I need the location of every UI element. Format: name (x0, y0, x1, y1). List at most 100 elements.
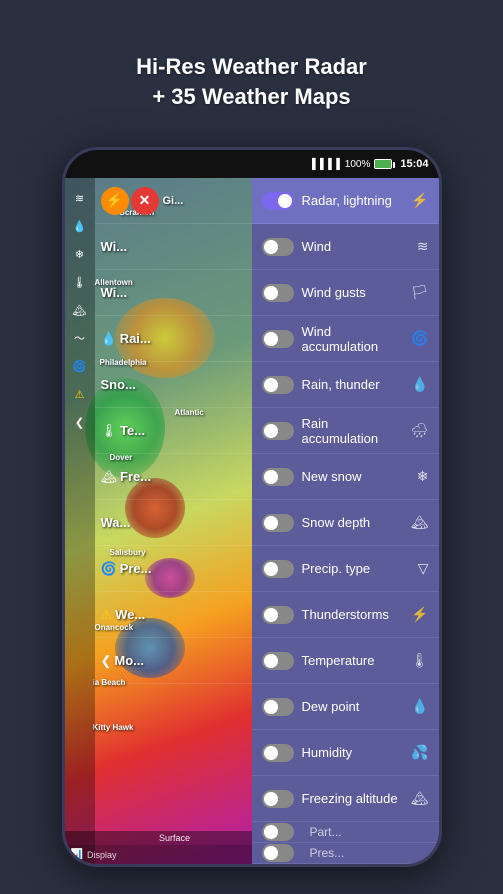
dew-point-icon: 💧 (411, 698, 428, 715)
weather-label-rain-thunder: Rain, thunder (302, 377, 408, 392)
weather-label-freezing-alt: Freezing altitude (302, 791, 407, 806)
weather-item-wind-accum[interactable]: Wind accumulation 🌀 (252, 316, 439, 362)
display-bar-text: Display (87, 850, 117, 860)
weather-label-precip-type: Precip. type (302, 561, 414, 576)
weather-item-wind-gusts[interactable]: Wind gusts 🏳 (252, 270, 439, 316)
toggle-thunderstorms[interactable] (262, 606, 294, 624)
map-item-temp: 🌡 Te... (95, 408, 252, 454)
map-item-label-wind2: Wi... (101, 285, 128, 300)
header-title: Hi-Res Weather Radar + 35 Weather Maps (96, 24, 407, 131)
mountain-icon: 🏔 (101, 469, 118, 485)
map-item-label-freeze: Fre... (120, 469, 151, 484)
map-item-label-0: Gi... (163, 195, 184, 207)
radar-icon: ⚡ (411, 192, 428, 209)
snow-depth-icon: 🏔 (411, 514, 429, 531)
toggle-partial-2[interactable] (262, 844, 294, 862)
toggle-precip-type[interactable] (262, 560, 294, 578)
weather-item-humidity[interactable]: Humidity 💦 (252, 730, 439, 776)
weather-label-wind: Wind (302, 239, 413, 254)
wave-sidebar-icon: 〜 (68, 326, 92, 350)
humidity-icon: 💦 (411, 744, 428, 761)
map-overlay-list: ⚡ ✕ Gi... Wi... Wi... 💧 Rai... Sno... (95, 178, 252, 864)
toggle-wind-accum[interactable] (262, 330, 294, 348)
rain-sidebar-icon: 💧 (68, 214, 92, 238)
map-item-label-wave: Wa... (101, 515, 131, 530)
weather-label-radar: Radar, lightning (302, 193, 408, 208)
toggle-temperature[interactable] (262, 652, 294, 670)
display-icon: 📊 (71, 849, 83, 860)
rain-drop-icon: 💧 (101, 331, 117, 347)
partial-item-2[interactable]: Pres... (252, 843, 439, 864)
weather-item-snow-depth[interactable]: Snow depth 🏔 (252, 500, 439, 546)
freeze-sidebar-icon: 🏔 (68, 298, 92, 322)
weather-label-humidity: Humidity (302, 745, 408, 760)
thunderstorms-icon: ⚡ (411, 606, 428, 623)
weather-item-precip-type[interactable]: Precip. type ▽ (252, 546, 439, 592)
toggle-freezing-alt[interactable] (262, 790, 294, 808)
rain-accum-icon: 🌧 (411, 422, 429, 439)
toggle-dew-point[interactable] (262, 698, 294, 716)
phone-screen: Scranton Allentown Philadelphia Atlantic… (65, 178, 439, 864)
close-button-row: ⚡ ✕ Gi... (95, 178, 252, 224)
warn-sidebar-icon: ⚠ (68, 382, 92, 406)
partial-label-1: Part... (310, 825, 342, 839)
map-item-wind2: Wi... (95, 270, 252, 316)
map-item-pre: 🌀 Pre... (95, 546, 252, 592)
pres-sidebar-icon: 🌀 (68, 354, 92, 378)
phone-frame: ▐▐▐▐ 100% 15:04 Scranton Allentown Phila… (62, 147, 442, 867)
toggle-radar[interactable] (262, 192, 294, 210)
temperature-icon: 🌡 (411, 652, 429, 669)
map-bottom: Surface 📊 Display (65, 804, 252, 864)
wind-sidebar-icon: ≋ (68, 186, 92, 210)
rain-thunder-icon: 💧 (411, 376, 428, 393)
weather-label-temperature: Temperature (302, 653, 407, 668)
weather-item-temperature[interactable]: Temperature 🌡 (252, 638, 439, 684)
status-bar: ▐▐▐▐ 100% 15:04 (65, 150, 439, 178)
partial-item-1[interactable]: Part... (252, 822, 439, 843)
weather-item-new-snow[interactable]: New snow ❄ (252, 454, 439, 500)
partial-label-2: Pres... (310, 846, 345, 860)
map-item-wind: Wi... (95, 224, 252, 270)
toggle-rain-accum[interactable] (262, 422, 294, 440)
weather-item-rain-accum[interactable]: Rain accumulation 🌧 (252, 408, 439, 454)
toggle-rain-thunder[interactable] (262, 376, 294, 394)
precip-icon: 🌀 (101, 561, 117, 577)
wind-accum-icon: 🌀 (411, 330, 428, 347)
wind-icon: ≋ (417, 238, 429, 255)
weather-label-dew-point: Dew point (302, 699, 408, 714)
lightning-button[interactable]: ⚡ (101, 187, 129, 215)
toggle-new-snow[interactable] (262, 468, 294, 486)
warning-icon: ⚠ (101, 607, 113, 623)
toggle-wind-gusts[interactable] (262, 284, 294, 302)
map-item-weather: ⚠ We... (95, 592, 252, 638)
map-item-label-snow: Sno... (101, 377, 136, 392)
weather-label-thunderstorms: Thunderstorms (302, 607, 408, 622)
back-sidebar-icon[interactable]: ❮ (68, 410, 92, 434)
weather-item-thunderstorms[interactable]: Thunderstorms ⚡ (252, 592, 439, 638)
thermometer-icon: 🌡 (101, 423, 118, 439)
freezing-alt-icon: 🏔 (411, 790, 429, 807)
map-item-label-rain: Rai... (120, 331, 151, 346)
weather-item-radar[interactable]: Radar, lightning ⚡ (252, 178, 439, 224)
time-display: 15:04 (400, 158, 428, 170)
map-item-label-pre: Pre... (120, 561, 152, 576)
map-item-rain: 💧 Rai... (95, 316, 252, 362)
weather-item-rain-thunder[interactable]: Rain, thunder 💧 (252, 362, 439, 408)
weather-label-wind-accum: Wind accumulation (302, 324, 408, 354)
chevron-left-icon: ❮ (101, 653, 112, 669)
map-item-wave: Wa... (95, 500, 252, 546)
weather-item-freezing-alt[interactable]: Freezing altitude 🏔 (252, 776, 439, 822)
toggle-snow-depth[interactable] (262, 514, 294, 532)
weather-label-new-snow: New snow (302, 469, 413, 484)
map-item-more[interactable]: ❮ Mo... (95, 638, 252, 684)
close-button[interactable]: ✕ (131, 187, 159, 215)
toggle-humidity[interactable] (262, 744, 294, 762)
weather-label-snow-depth: Snow depth (302, 515, 407, 530)
map-item-label-wind: Wi... (101, 239, 128, 254)
map-item-label-temp: Te... (120, 423, 145, 438)
toggle-partial-1[interactable] (262, 823, 294, 841)
signal-icon: ▐▐▐▐ (308, 159, 340, 170)
toggle-wind[interactable] (262, 238, 294, 256)
weather-item-dew-point[interactable]: Dew point 💧 (252, 684, 439, 730)
weather-item-wind[interactable]: Wind ≋ (252, 224, 439, 270)
